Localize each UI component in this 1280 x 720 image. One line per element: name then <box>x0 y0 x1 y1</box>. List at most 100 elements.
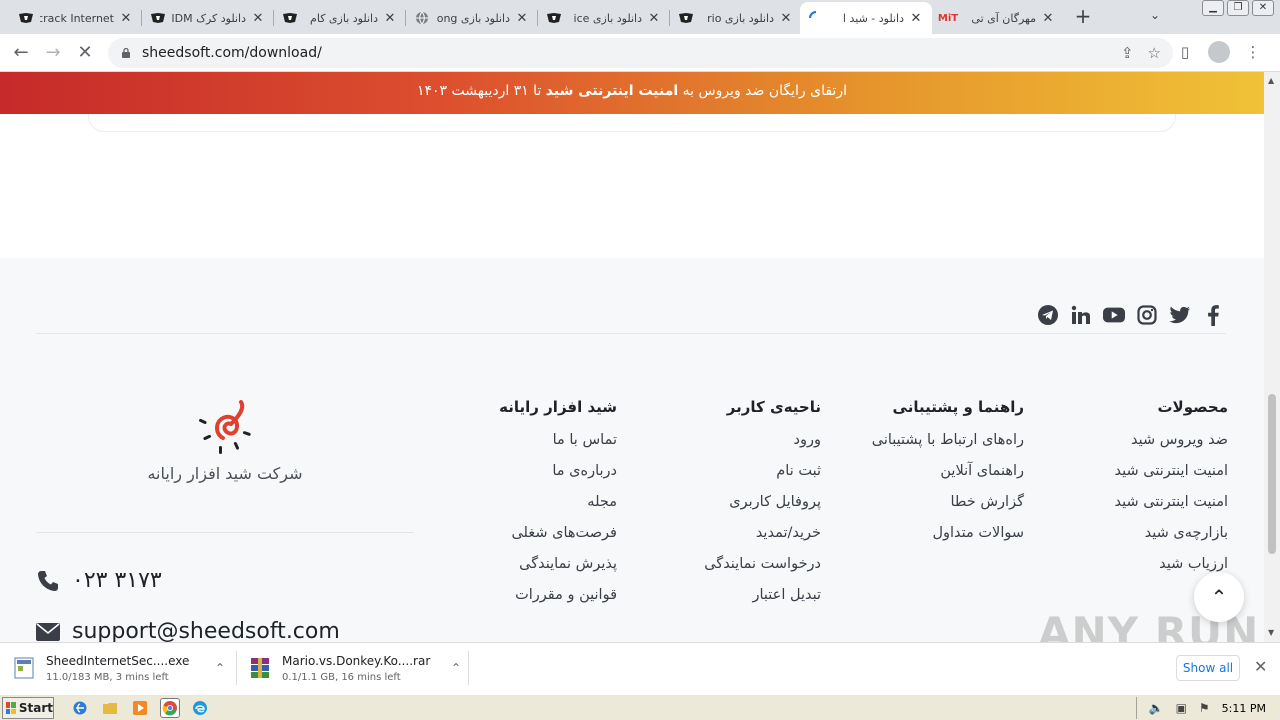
promo-banner[interactable]: ارتقای رایگان ضد ویروس به امنیت اینترنتی… <box>0 72 1264 114</box>
footer-link[interactable]: تبدیل اعتبار <box>704 587 822 603</box>
profile-avatar[interactable] <box>1208 41 1230 63</box>
chevron-up-icon[interactable]: ⌃ <box>210 661 230 675</box>
window-controls: ▁ ❐ ✕ <box>1202 0 1274 16</box>
phone-icon <box>38 570 58 591</box>
phone-contact[interactable]: ۰۲۳ ۳۱۷۳ <box>36 568 162 593</box>
footer-link[interactable]: ضد ویروس شید <box>1115 432 1228 448</box>
shield-logo-icon <box>678 11 694 25</box>
close-icon[interactable]: ✕ <box>778 11 794 26</box>
footer-link[interactable]: پروفایل کاربری <box>704 494 821 510</box>
close-icon[interactable]: ✕ <box>382 11 398 26</box>
tab-5[interactable]: دانلود بازی rio ✕ <box>670 2 802 34</box>
footer-col-support: راهنما و پشتیبانی راه‌های ارتباط با پشتی… <box>871 398 1024 541</box>
minimize-button[interactable]: ▁ <box>1202 0 1224 16</box>
footer-link[interactable]: راهنمای آنلاین <box>872 463 1024 479</box>
stop-loading-icon[interactable]: ✕ <box>74 42 96 64</box>
restore-button[interactable]: ❐ <box>1227 0 1249 16</box>
action-center-flag-icon[interactable]: ⚑ <box>1199 701 1210 715</box>
close-icon[interactable]: ✕ <box>646 11 662 26</box>
tab-7[interactable]: MiT مهرگان آی تی ✕ <box>932 2 1064 34</box>
side-panel-icon[interactable]: ▯ <box>1174 41 1196 63</box>
share-icon[interactable]: ⇪ <box>1121 44 1134 62</box>
instagram-icon[interactable] <box>1136 304 1158 326</box>
footer-col-user-area: ناحیه‌ی کاربر ورود ثبت نام پروفایل کاربر… <box>704 398 822 603</box>
chevron-up-icon: ⌃ <box>1210 585 1228 609</box>
close-window-button[interactable]: ✕ <box>1252 0 1274 16</box>
close-icon[interactable]: ✕ <box>1254 657 1267 676</box>
tab-6-active[interactable]: دانلود - شید ا ✕ <box>800 2 932 34</box>
footer-link[interactable]: مجله <box>499 494 617 510</box>
footer-link[interactable]: راه‌های ارتباط با پشتیبانی <box>872 432 1024 448</box>
close-icon[interactable]: ✕ <box>1040 11 1056 26</box>
youtube-icon[interactable] <box>1103 304 1125 326</box>
footer-link[interactable]: خرید/تمدید <box>704 525 821 541</box>
tab-2[interactable]: دانلود بازی کام ✕ <box>274 2 406 34</box>
close-icon[interactable]: ✕ <box>514 11 530 26</box>
chrome-icon[interactable] <box>160 698 180 718</box>
scroll-down-arrow-icon[interactable]: ▼ <box>1268 628 1274 637</box>
facebook-icon[interactable] <box>1202 304 1224 326</box>
bookmark-star-icon[interactable]: ☆ <box>1148 44 1161 62</box>
back-arrow-icon[interactable]: ← <box>10 42 32 64</box>
footer-link[interactable]: درخواست نمایندگی <box>704 556 821 572</box>
footer-link[interactable]: درباره‌ی ما <box>499 463 617 479</box>
show-all-downloads-button[interactable]: Show all <box>1176 655 1240 681</box>
folder-icon[interactable] <box>100 698 120 718</box>
start-button[interactable]: Start <box>2 697 54 719</box>
chevron-up-icon[interactable]: ⌃ <box>446 661 466 675</box>
close-icon[interactable]: ✕ <box>908 11 924 26</box>
download-item-0[interactable]: SheedInternetSec....exe 11.0/183 MB, 3 m… <box>0 649 230 687</box>
footer-link[interactable]: ارزیاب شید <box>1115 556 1228 572</box>
tab-search-chevron-icon[interactable]: ⌄ <box>1150 8 1160 22</box>
windows-taskbar: Start 🔈 ▣ ⚑ 5:11 PM <box>0 694 1280 720</box>
company-brand: شرکت شید افزار رایانه <box>130 398 320 483</box>
menu-kebab-icon[interactable]: ⋮ <box>1242 41 1264 63</box>
close-icon[interactable]: ✕ <box>118 11 134 26</box>
network-icon[interactable]: ▣ <box>1176 701 1187 715</box>
shield-logo-icon <box>282 11 298 25</box>
close-icon[interactable]: ✕ <box>250 11 266 26</box>
media-player-icon[interactable] <box>130 698 150 718</box>
tab-strip: crack Internet ✕ دانلود کرک IDM ✕ دانلود… <box>0 0 1280 34</box>
footer-link[interactable]: بازارچه‌ی شید <box>1115 525 1228 541</box>
forward-arrow-icon[interactable]: → <box>42 42 64 64</box>
sheed-logo-icon <box>199 400 251 454</box>
scroll-up-arrow-icon[interactable]: ▲ <box>1268 76 1274 85</box>
footer-link[interactable]: قوانین و مقررات <box>499 587 617 603</box>
footer-link[interactable]: گزارش خطا <box>872 494 1024 510</box>
footer-link[interactable]: پذیرش نمایندگی <box>499 556 617 572</box>
scroll-to-top-button[interactable]: ⌃ <box>1194 572 1244 622</box>
tab-1[interactable]: دانلود کرک IDM ✕ <box>142 2 274 34</box>
footer-divider <box>36 333 1226 334</box>
windows-flag-icon <box>6 702 16 714</box>
address-bar[interactable]: sheedsoft.com/download/ ⇪ ☆ <box>108 38 1173 68</box>
footer-link[interactable]: امنیت اینترنتی شید <box>1115 494 1228 510</box>
shield-logo-icon <box>546 11 562 25</box>
download-item-1[interactable]: Mario.vs.Donkey.Ko....rar 0.1/1.1 GB, 16… <box>236 649 466 687</box>
footer-link[interactable]: امنیت اینترنتی شید <box>1115 463 1228 479</box>
edge-icon[interactable] <box>190 698 210 718</box>
page-scrollbar[interactable]: ▲ ▼ <box>1264 72 1280 642</box>
footer-link[interactable]: سوالات متداول <box>872 525 1024 541</box>
tab-3[interactable]: دانلود بازی long ✕ <box>406 2 538 34</box>
footer-link[interactable]: ورود <box>704 432 821 448</box>
tab-4[interactable]: دانلود بازی ice ✕ <box>538 2 670 34</box>
volume-icon[interactable]: 🔈 <box>1149 701 1164 715</box>
telegram-icon[interactable] <box>1037 304 1059 326</box>
tab-0[interactable]: crack Internet ✕ <box>10 2 142 34</box>
ie-icon[interactable] <box>70 698 90 718</box>
social-links <box>1037 304 1224 326</box>
rar-archive-icon <box>251 658 269 678</box>
exe-file-icon <box>14 657 34 679</box>
twitter-icon[interactable] <box>1169 304 1191 326</box>
scroll-thumb[interactable] <box>1268 394 1276 554</box>
linkedin-icon[interactable] <box>1070 304 1092 326</box>
new-tab-button[interactable]: + <box>1072 6 1094 28</box>
footer-link[interactable]: فرصت‌های شغلی <box>499 525 617 541</box>
loading-spinner-icon <box>808 11 824 25</box>
system-tray: 🔈 ▣ ⚑ 5:11 PM <box>1135 697 1280 719</box>
footer-link[interactable]: ثبت نام <box>704 463 821 479</box>
email-contact[interactable]: support@sheedsoft.com <box>36 619 340 642</box>
download-shelf: SheedInternetSec....exe 11.0/183 MB, 3 m… <box>0 642 1280 692</box>
footer-link[interactable]: تماس با ما <box>499 432 617 448</box>
